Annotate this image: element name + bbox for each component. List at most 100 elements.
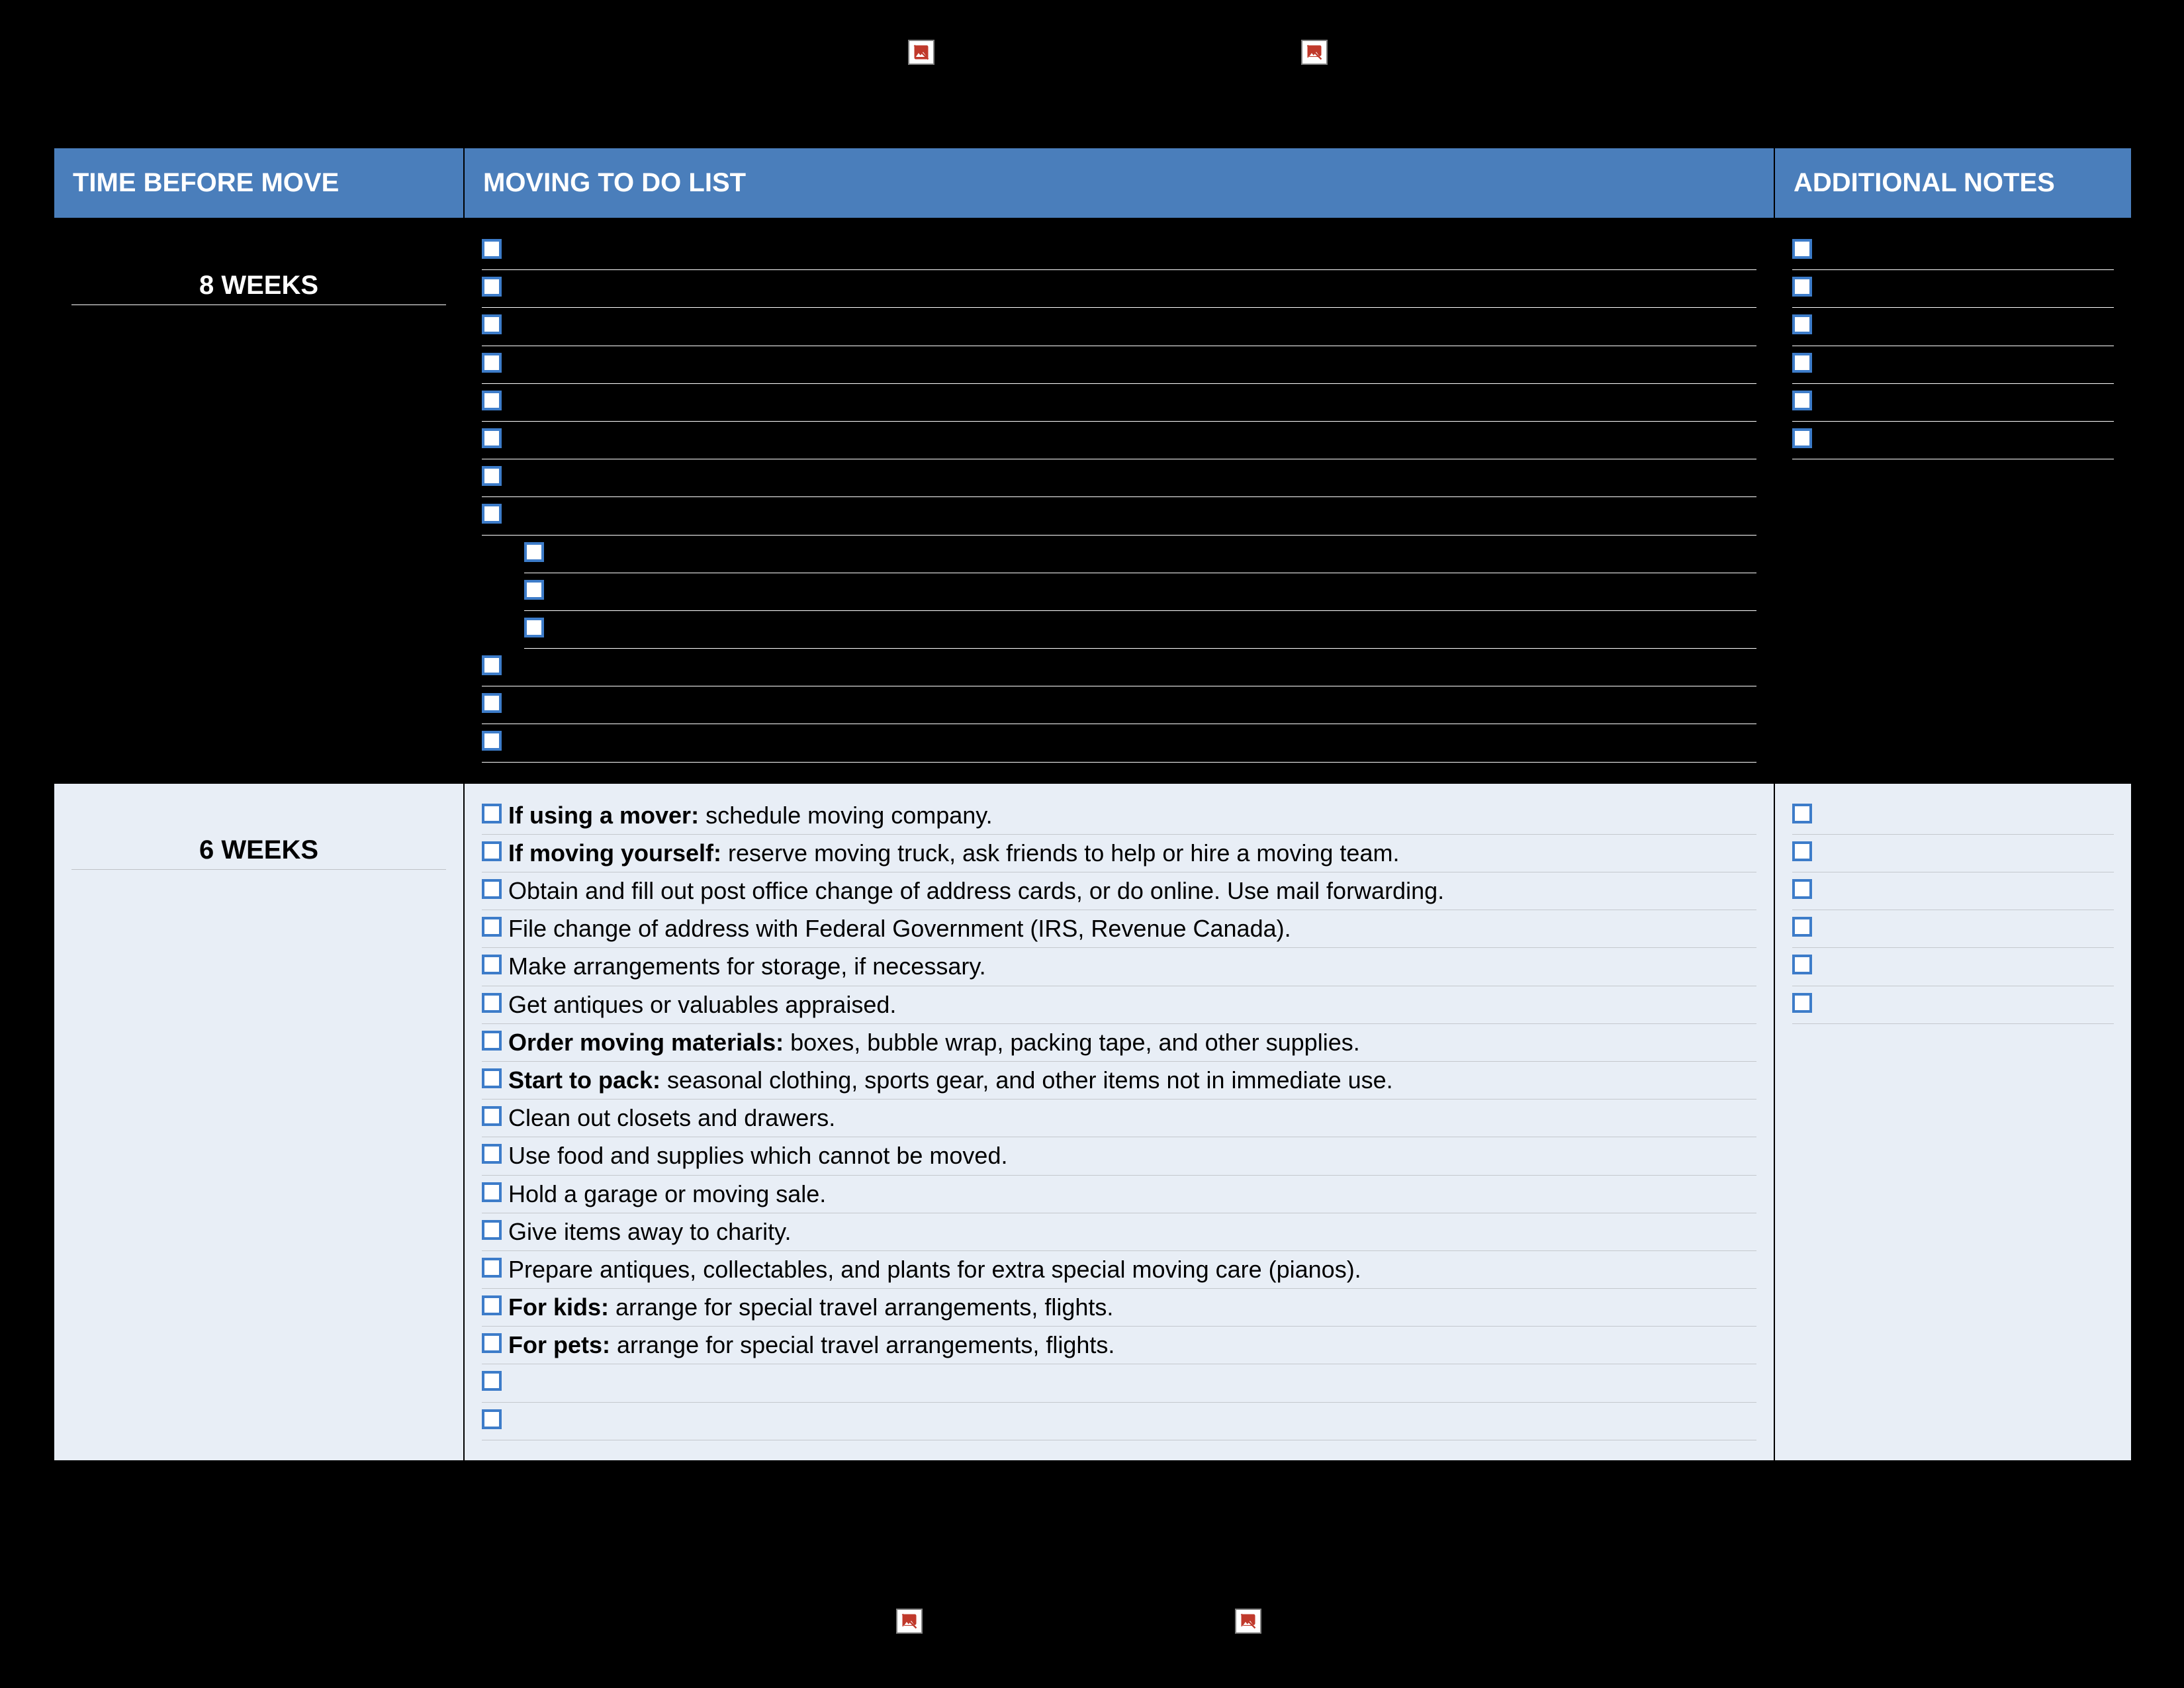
note-text [1819,874,1825,908]
task-item [482,1364,1756,1402]
checkbox-icon[interactable] [482,1295,502,1315]
note-text [1819,798,1825,833]
task-text: Clean out closets and drawers. [508,1101,835,1135]
task-item [482,724,1756,762]
task-item: If moving yourself: reserve moving truck… [482,835,1756,872]
task-item: Give away to friends or neighbors. [524,611,1756,649]
checkbox-icon[interactable] [482,1258,502,1278]
checkbox-icon[interactable] [482,1031,502,1051]
task-text: If moving yourself: reserve moving truck… [508,836,1399,870]
checkbox-icon[interactable] [524,618,544,637]
checkbox-icon[interactable] [1792,391,1812,410]
task-item: Compile financial documents: bank and in… [482,270,1756,308]
checkbox-icon[interactable] [1792,917,1812,937]
broken-image-icon [908,40,934,65]
checkbox-icon[interactable] [482,655,502,675]
notes-list [1792,797,2114,1024]
col-header-notes: ADDITIONAL NOTES [1774,148,2132,218]
checkbox-icon[interactable] [482,879,502,899]
note-item [1792,872,2114,910]
note-text [1819,271,1825,306]
checkbox-icon[interactable] [482,731,502,751]
task-text: Give items away to charity. [508,1215,791,1249]
task-item: Give items away to charity. [482,1213,1756,1251]
task-text: Prepare antiques, collectables, and plan… [508,1252,1361,1287]
checkbox-icon[interactable] [482,1409,502,1429]
task-item: Get rid of large items you do not want o… [482,497,1756,535]
task-item: Sell: garage sales, auctions, craigslist… [524,536,1756,573]
checkbox-icon[interactable] [482,466,502,486]
checkbox-icon[interactable] [482,993,502,1013]
note-text [1819,949,1825,984]
task-text: Sell: garage sales, auctions, craigslist… [551,537,1018,571]
checkbox-icon[interactable] [482,841,502,861]
col-header-todo: MOVING TO DO LIST [464,148,1774,218]
checkbox-icon[interactable] [1792,314,1812,334]
task-item [482,686,1756,724]
note-text [1819,423,1825,457]
task-text [508,726,515,760]
task-item: For pets: arrange for special travel arr… [482,1327,1756,1364]
checkbox-icon[interactable] [1792,993,1812,1013]
checkbox-icon[interactable] [482,693,502,713]
task-item: For kids: arrange for special travel arr… [482,1289,1756,1327]
task-item: Prepare antiques, collectables, and plan… [482,1251,1756,1289]
checkbox-icon[interactable] [524,580,544,600]
checklist-table: TIME BEFORE MOVE MOVING TO DO LIST ADDIT… [53,147,2132,1462]
checkbox-icon[interactable] [482,1068,502,1088]
checkbox-icon[interactable] [482,353,502,373]
note-item [1792,422,2114,459]
task-text: Compile financial documents: bank and in… [508,271,1154,306]
checkbox-icon[interactable] [1792,955,1812,974]
checkbox-icon[interactable] [1792,804,1812,823]
task-text: If using a mover: schedule moving compan… [508,798,993,833]
task-text: For kids: un-enroll from current school … [508,423,1187,457]
table-row: 6 WEEKSIf using a mover: schedule moving… [54,783,2132,1461]
checkbox-icon[interactable] [1792,239,1812,259]
task-item: Research new neighborhood: local doctor,… [482,459,1756,497]
note-text [1819,988,1825,1022]
broken-image-icon [896,1609,923,1634]
period-cell: 8 WEEKS [54,218,464,783]
checkbox-icon[interactable] [482,314,502,334]
task-item: If using a mover: schedule moving compan… [482,797,1756,835]
note-item [1792,308,2114,346]
task-text: Hold a garage or moving sale. [508,1177,826,1211]
note-text [1819,385,1825,420]
checkbox-icon[interactable] [524,542,544,562]
checkbox-icon[interactable] [1792,879,1812,899]
checkbox-icon[interactable] [482,1220,502,1240]
note-item [1792,835,2114,872]
task-list: Compile all documents: dental, medical, … [482,232,1756,763]
checkbox-icon[interactable] [482,1371,502,1391]
checkbox-icon[interactable] [1792,353,1812,373]
checkbox-icon[interactable] [482,504,502,524]
task-item: Clean out closets and drawers. [482,1100,1756,1137]
task-item: Order moving materials: boxes, bubble wr… [482,1024,1756,1062]
checkbox-icon[interactable] [482,277,502,297]
task-item: Compile records for kids: school records… [482,384,1756,422]
note-item [1792,346,2114,384]
checkbox-icon[interactable] [482,239,502,259]
checkbox-icon[interactable] [482,1144,502,1164]
note-text [1819,234,1825,268]
task-text: For pets: arrange for special travel arr… [508,1328,1115,1362]
checkbox-icon[interactable] [482,391,502,410]
checkbox-icon[interactable] [482,428,502,448]
checkbox-icon[interactable] [482,917,502,937]
checkbox-icon[interactable] [482,955,502,974]
checkbox-icon[interactable] [482,1333,502,1353]
checkbox-icon[interactable] [1792,841,1812,861]
checkbox-icon[interactable] [1792,428,1812,448]
task-list: If using a mover: schedule moving compan… [482,797,1756,1440]
checkbox-icon[interactable] [482,804,502,823]
task-item: Start to pack: seasonal clothing, sports… [482,1062,1756,1100]
checkbox-icon[interactable] [482,1106,502,1126]
broken-image-icon [1301,40,1328,65]
task-text: Order moving materials: boxes, bubble wr… [508,1025,1360,1060]
notes-list [1792,232,2114,459]
checkbox-icon[interactable] [482,1182,502,1202]
table-row: 8 WEEKSCompile all documents: dental, me… [54,218,2132,783]
task-item: File change of address with Federal Gove… [482,910,1756,948]
checkbox-icon[interactable] [1792,277,1812,297]
